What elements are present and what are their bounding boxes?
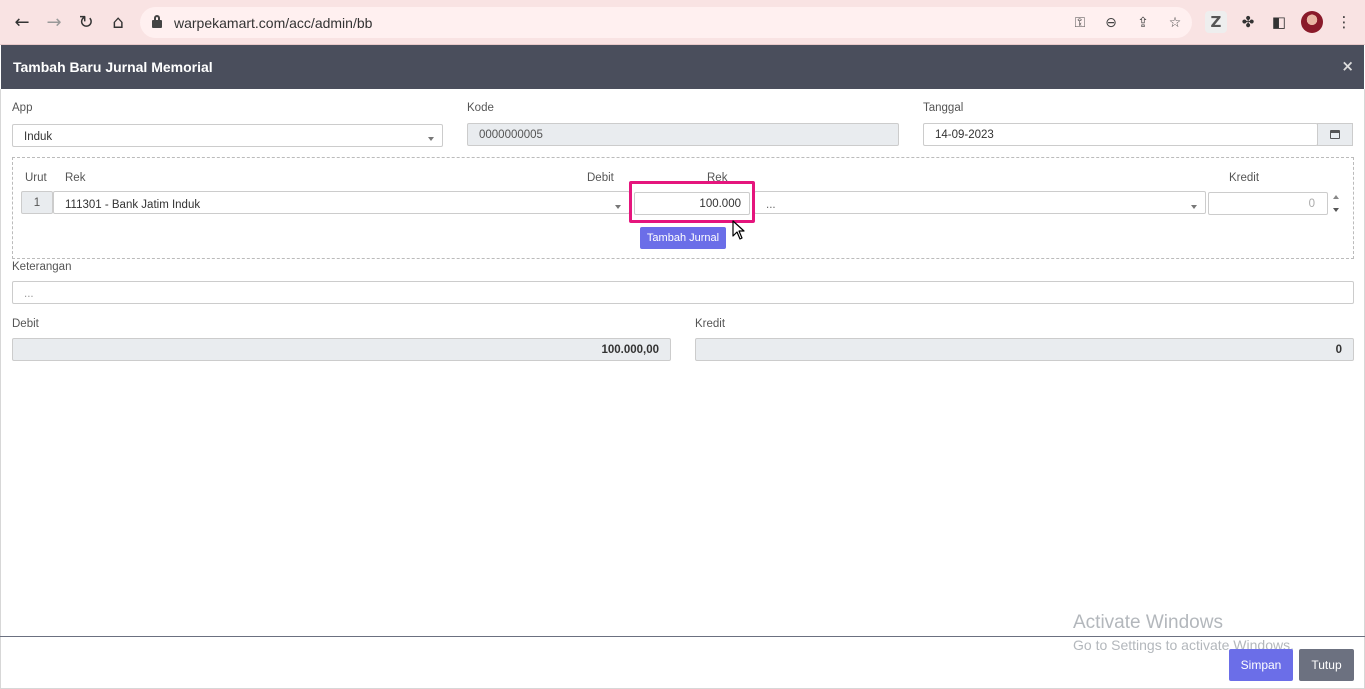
urut-value: 1: [33, 196, 41, 209]
zotero-extension-icon[interactable]: Z: [1205, 11, 1227, 33]
tanggal-value: 14-09-2023: [935, 128, 994, 141]
windows-watermark-title: Activate Windows: [1073, 612, 1223, 633]
total-debit-value: 100.000,00: [601, 343, 659, 356]
chevron-down-icon: [615, 205, 621, 209]
chevron-down-icon: [428, 137, 434, 141]
simpan-button[interactable]: Simpan: [1229, 649, 1293, 681]
tambah-jurnal-button[interactable]: Tambah Jurnal: [640, 227, 726, 249]
lock-icon[interactable]: [152, 15, 162, 28]
modal-header: Tambah Baru Jurnal Memorial ×: [1, 45, 1364, 89]
back-icon[interactable]: ←: [10, 10, 34, 34]
modal-title: Tambah Baru Jurnal Memorial: [13, 59, 213, 75]
app-label: App: [12, 102, 33, 114]
menu-kebab-icon[interactable]: ⋮: [1333, 11, 1355, 33]
keterangan-input[interactable]: ...: [12, 281, 1354, 304]
kredit-input-value: 0: [1308, 197, 1315, 210]
profile-avatar[interactable]: [1301, 11, 1323, 33]
spin-down-icon[interactable]: [1333, 208, 1339, 212]
kode-field: 0000000005: [467, 123, 899, 146]
total-debit-field: 100.000,00: [12, 338, 671, 361]
rek-debit-value: 111301 - Bank Jatim Induk: [65, 198, 201, 211]
bookmark-star-icon[interactable]: ☆: [1165, 13, 1185, 33]
tanggal-field[interactable]: 14-09-2023: [923, 123, 1318, 146]
extensions-puzzle-icon[interactable]: ✤: [1237, 11, 1259, 33]
total-kredit-label: Kredit: [695, 318, 726, 330]
zoom-icon[interactable]: ⊖: [1101, 13, 1121, 33]
share-icon[interactable]: ⇪: [1133, 13, 1153, 33]
browser-toolbar: ← → ↻ ⌂ warpekamart.com/acc/admin/bb ⚿ ⊖…: [0, 0, 1365, 45]
keterangan-placeholder: ...: [24, 287, 34, 300]
col-urut-label: Urut: [25, 172, 47, 184]
home-icon[interactable]: ⌂: [106, 10, 130, 34]
col-kredit-label: Kredit: [1229, 172, 1260, 184]
key-icon[interactable]: ⚿: [1070, 13, 1090, 33]
total-debit-label: Debit: [12, 318, 39, 330]
kredit-spinner[interactable]: [1329, 193, 1343, 214]
mouse-cursor-icon: [732, 220, 745, 240]
kode-label: Kode: [467, 102, 494, 114]
rek-kredit-select[interactable]: ...: [754, 191, 1206, 214]
close-icon[interactable]: ×: [1341, 57, 1354, 75]
app-select[interactable]: Induk: [12, 124, 443, 147]
rek-debit-select[interactable]: 111301 - Bank Jatim Induk: [53, 191, 630, 214]
tanggal-label: Tanggal: [923, 102, 964, 114]
calendar-icon: [1330, 130, 1340, 139]
total-kredit-value: 0: [1335, 343, 1342, 356]
kode-value: 0000000005: [479, 128, 543, 141]
urut-field: 1: [21, 191, 53, 214]
keterangan-label: Keterangan: [12, 261, 72, 273]
col-rek-debit-label: Rek: [65, 172, 86, 184]
calendar-button[interactable]: [1317, 123, 1353, 146]
highlight-box: [629, 181, 755, 223]
reload-icon[interactable]: ↻: [74, 10, 98, 34]
spin-up-icon[interactable]: [1333, 195, 1339, 199]
url-text[interactable]: warpekamart.com/acc/admin/bb: [174, 15, 372, 31]
forward-icon[interactable]: →: [42, 10, 66, 34]
chevron-down-icon: [1191, 205, 1197, 209]
app-select-value: Induk: [24, 131, 53, 143]
tutup-button[interactable]: Tutup: [1299, 649, 1354, 681]
rek-kredit-value: ...: [766, 198, 776, 211]
address-bar[interactable]: warpekamart.com/acc/admin/bb ⚿ ⊖ ⇪ ☆: [140, 7, 1192, 38]
kredit-input[interactable]: 0: [1208, 192, 1328, 215]
side-panel-icon[interactable]: ◧: [1268, 11, 1290, 33]
col-debit-label: Debit: [587, 172, 614, 184]
total-kredit-field: 0: [695, 338, 1354, 361]
